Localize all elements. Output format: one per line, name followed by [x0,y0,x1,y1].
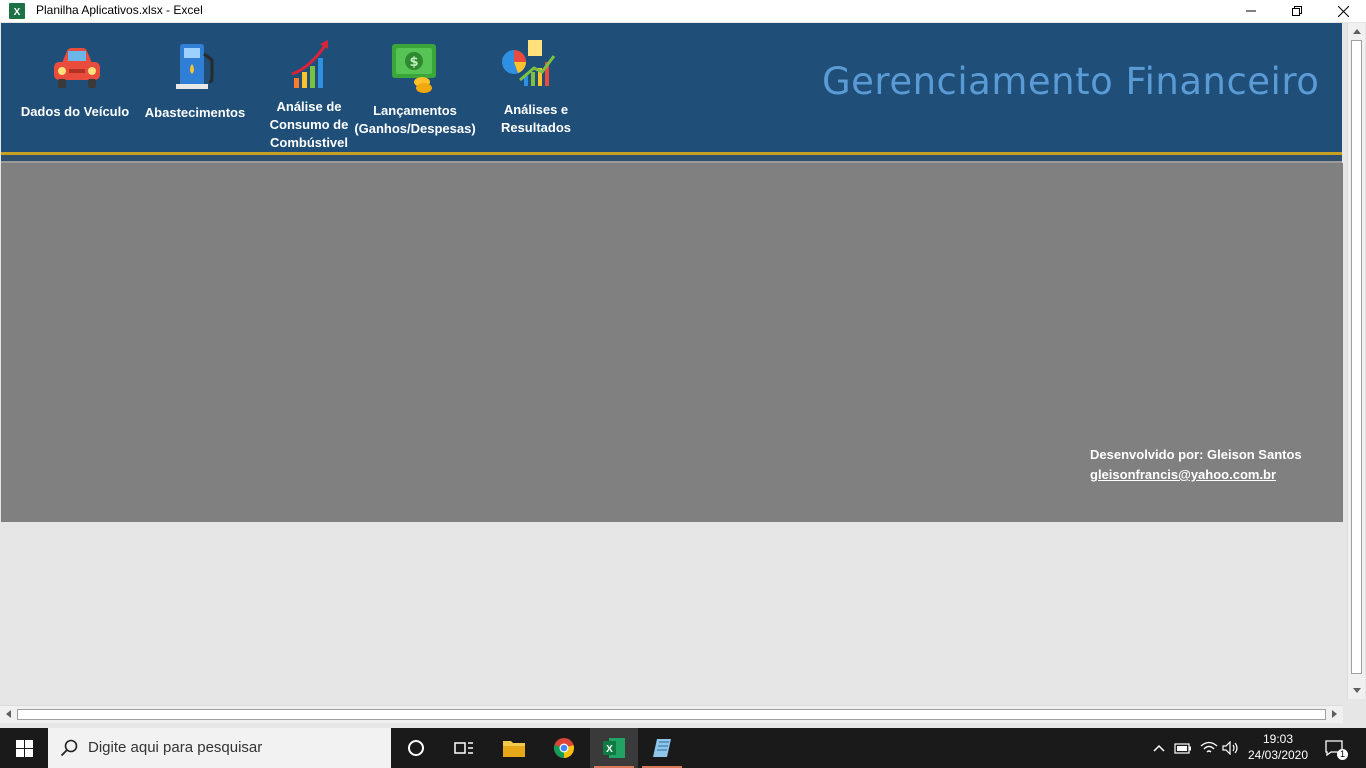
battery-icon [1174,743,1191,754]
network-tray-button[interactable] [1198,728,1220,768]
scroll-left-arrow[interactable] [0,706,17,722]
close-button[interactable] [1320,0,1366,22]
title-bar: X Planilha Aplicativos.xlsx - Excel [0,0,1366,22]
nav-abastecimentos[interactable]: Abastecimentos [140,40,250,125]
scroll-up-arrow[interactable] [1348,23,1365,39]
windows-icon [15,739,33,757]
action-center-button[interactable]: 1 [1320,728,1350,768]
scroll-down-arrow[interactable] [1348,682,1365,698]
cortana-button[interactable] [392,728,440,768]
fuel-pump-icon [176,44,214,89]
clock-time: 19:03 [1262,732,1294,746]
task-view-icon [454,742,473,754]
restore-icon [1292,6,1302,16]
system-clock[interactable]: 19:03 24/03/2020 [1240,731,1316,763]
start-button[interactable] [0,728,48,768]
nav-analises-resultados[interactable]: Análises e Resultados [486,40,586,140]
taskbar: Digite aqui para pesquisar X 19:03 24/03… [0,728,1366,768]
email-link[interactable]: gleisonfrancis@yahoo.com.br [1090,467,1276,482]
close-icon [1337,5,1349,17]
restore-button[interactable] [1274,0,1320,22]
excel-taskbar-button[interactable]: X [590,728,638,768]
scroll-right-arrow[interactable] [1326,706,1343,722]
svg-text:$: $ [409,55,418,70]
file-explorer-button[interactable] [490,728,538,768]
notepad-icon [653,739,671,757]
folder-icon [503,741,525,757]
wifi-icon [1200,741,1218,753]
excel-icon: X [9,3,25,19]
page-title: Gerenciamento Financeiro [822,60,1320,103]
minimize-button[interactable] [1228,0,1274,22]
nav-label: Lançamentos (Ganhos/Despesas) [354,103,476,136]
vertical-scroll-thumb[interactable] [1351,40,1362,674]
car-icon [54,48,100,88]
horizontal-scrollbar[interactable] [0,705,1343,723]
chevron-right-icon [1332,710,1337,718]
speaker-icon [1222,741,1238,755]
chevron-up-icon [1153,744,1165,752]
chrome-icon [554,738,574,758]
clock-date: 24/03/2020 [1247,748,1309,762]
cortana-icon [408,740,424,756]
chevron-up-icon [1352,28,1361,34]
chevron-down-icon [1352,687,1361,693]
nav-label: Dados do Veículo [20,104,130,119]
nav-lancamentos[interactable]: $ Lançamentos (Ganhos/Despesas) [352,40,478,140]
nav-label: Análises e Resultados [500,102,572,135]
search-icon [60,739,78,757]
notepad-button[interactable] [638,728,686,768]
nav-label: Análise de Consumo de Combústivel [269,99,349,150]
analytics-icon [502,40,556,86]
nav-dados-veiculo[interactable]: Dados do Veículo [15,40,135,125]
battery-tray-button[interactable] [1172,728,1194,768]
chrome-button[interactable] [540,728,588,768]
vertical-scrollbar[interactable] [1347,23,1365,699]
credits-block: Desenvolvido por: Gleison Santos gleison… [1090,445,1302,485]
svg-text:X: X [606,744,613,755]
volume-tray-button[interactable] [1220,728,1242,768]
horizontal-scroll-thumb[interactable] [17,709,1326,720]
chevron-left-icon [6,710,11,718]
growth-chart-icon [291,40,328,88]
task-view-button[interactable] [440,728,488,768]
nav-label: Abastecimentos [144,105,246,120]
money-icon: $ [392,44,436,93]
nav-analise-consumo[interactable]: Análise de Consumo de Combústivel [258,38,360,153]
excel-icon: X [603,738,625,758]
show-hidden-icons-button[interactable] [1150,728,1168,768]
sheet-blank-area [1,522,1343,700]
taskbar-search[interactable]: Digite aqui para pesquisar [48,728,391,768]
search-placeholder: Digite aqui para pesquisar [88,739,263,756]
developer-credit: Desenvolvido por: Gleison Santos [1090,447,1302,462]
notification-badge: 1 [1337,749,1348,760]
window-title: Planilha Aplicativos.xlsx - Excel [36,3,203,17]
svg-text:X: X [14,7,21,18]
minimize-icon [1246,10,1256,12]
